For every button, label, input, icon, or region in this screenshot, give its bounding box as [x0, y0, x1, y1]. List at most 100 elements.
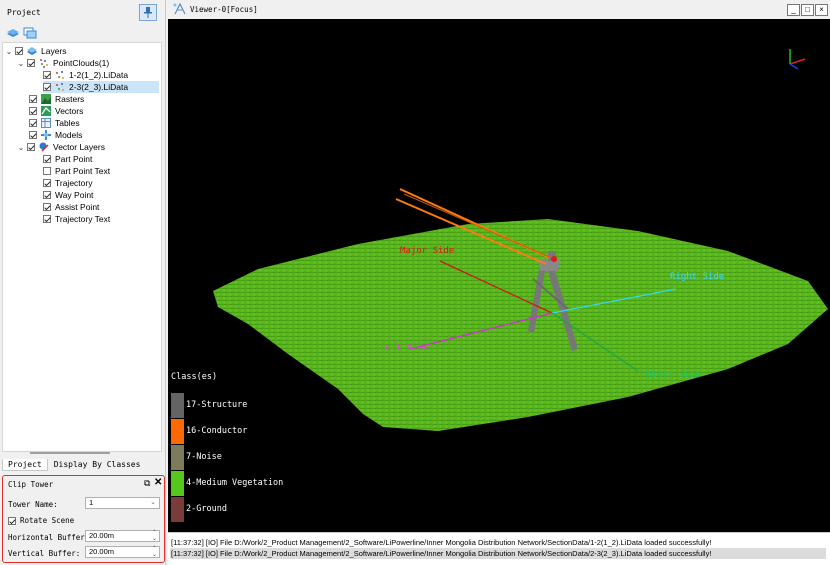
- part-point-text-checkbox[interactable]: [43, 167, 51, 175]
- tree-item-label: Tables: [55, 118, 80, 128]
- maximize-button[interactable]: □: [801, 4, 814, 16]
- minor-side-label: Minor Side: [646, 370, 701, 380]
- tree-item-vector-layers[interactable]: ⌄ Vector Layers: [17, 141, 105, 153]
- legend-swatch: [171, 470, 184, 496]
- pin-button[interactable]: [139, 4, 157, 21]
- horizontal-buffer-spinbox[interactable]: 20.00m ⌃ ⌄: [85, 530, 160, 542]
- legend-swatch: [171, 392, 184, 418]
- tree-item-file-2[interactable]: 2-3(2_3).LiData: [43, 81, 159, 93]
- trajectory-checkbox[interactable]: [43, 179, 51, 187]
- tree-item-file-1[interactable]: 1-2(1_2).LiData: [43, 69, 128, 81]
- log-line: [11:37:32] [IO] File D:/Work/2_Product M…: [170, 548, 826, 559]
- horizontal-scrollbar[interactable]: [30, 452, 110, 454]
- assist-point-checkbox[interactable]: [43, 203, 51, 211]
- tree-item-trajectory-text[interactable]: Trajectory Text: [43, 213, 110, 225]
- chevron-down-icon[interactable]: ⌄: [17, 59, 25, 68]
- tower-name-select[interactable]: 1 ⌄: [85, 497, 160, 509]
- legend-item-conductor: 16-Conductor: [171, 418, 371, 444]
- legend-label: 16-Conductor: [186, 426, 248, 436]
- file-1-checkbox[interactable]: [43, 71, 51, 79]
- log-line: [11:37:32] [IO] File D:/Work/2_Product M…: [171, 538, 712, 547]
- tree-item-models[interactable]: Models: [29, 129, 82, 141]
- models-checkbox[interactable]: [29, 131, 37, 139]
- tables-checkbox[interactable]: [29, 119, 37, 127]
- tree-item-part-point-text[interactable]: Part Point Text: [43, 165, 110, 177]
- tree-item-vectors[interactable]: Vectors: [29, 105, 83, 117]
- way-point-checkbox[interactable]: [43, 191, 51, 199]
- tree-item-way-point[interactable]: Way Point: [43, 189, 93, 201]
- tree-item-label: 2-3(2_3).LiData: [69, 82, 129, 92]
- tab-project[interactable]: Project: [2, 459, 48, 471]
- layers-icon: [27, 47, 37, 55]
- close-button[interactable]: ×: [815, 4, 828, 16]
- project-panel-title: Project: [7, 8, 41, 17]
- point-cloud-file-icon: [56, 71, 64, 79]
- legend-swatch: [171, 496, 184, 522]
- horizontal-buffer-label: Horizontal Buffer:: [8, 533, 90, 542]
- tree-item-trajectory[interactable]: Trajectory: [43, 177, 92, 189]
- raster-icon: [41, 94, 51, 104]
- trajectory-text-checkbox[interactable]: [43, 215, 51, 223]
- major-side-label: Major Side: [400, 246, 455, 256]
- tree-item-label: Trajectory Text: [55, 214, 111, 224]
- float-window-icon[interactable]: ⧉: [144, 478, 150, 489]
- tree-item-label: Rasters: [55, 94, 85, 104]
- tower-name-label: Tower Name:: [8, 500, 58, 509]
- project-toolbar: [6, 27, 37, 39]
- vectors-checkbox[interactable]: [29, 107, 37, 115]
- tree-item-label: 1-2(1_2).LiData: [69, 70, 129, 80]
- spin-arrows-icon[interactable]: ⌃ ⌄: [152, 546, 157, 558]
- vector-layers-checkbox[interactable]: [27, 143, 35, 151]
- legend-label: 4-Medium Vegetation: [186, 478, 284, 488]
- point-cloud-icon: [40, 59, 48, 68]
- table-icon: [41, 118, 51, 128]
- right-side-label: Right Side: [670, 272, 725, 282]
- log-panel[interactable]: [11:37:32] [IO] File D:/Work/2_Product M…: [168, 532, 830, 565]
- rotate-scene-row[interactable]: Rotate Scene: [8, 516, 74, 525]
- chevron-down-icon[interactable]: ⌄: [5, 47, 13, 56]
- pointclouds-checkbox[interactable]: [27, 59, 35, 67]
- windows-toolbar-icon[interactable]: [23, 27, 37, 39]
- legend-title: Class(es): [171, 372, 218, 382]
- tree-item-part-point[interactable]: Part Point: [43, 153, 92, 165]
- vector-layers-icon: [39, 142, 49, 152]
- rotate-scene-label: Rotate Scene: [20, 516, 75, 525]
- tree-item-layers[interactable]: ⌄ Layers: [5, 45, 67, 57]
- point-cloud-file-icon: [56, 83, 64, 91]
- spin-arrows-icon[interactable]: ⌃ ⌄: [152, 530, 157, 542]
- tree-item-rasters[interactable]: Rasters: [29, 93, 84, 105]
- tree-item-label: Vector Layers: [53, 142, 105, 152]
- chevron-down-icon: ⌄: [150, 499, 156, 506]
- project-tabs: Project Display By Classes: [2, 459, 147, 471]
- vector-icon: [41, 106, 51, 116]
- legend-swatch: [171, 444, 184, 470]
- minimize-button[interactable]: _: [787, 4, 800, 16]
- legend-item-ground: 2-Ground: [171, 496, 371, 522]
- 3d-viewer[interactable]: Major Side Right Side Left Side Minor Si…: [168, 19, 830, 532]
- layers-checkbox[interactable]: [15, 47, 23, 55]
- rasters-checkbox[interactable]: [29, 95, 37, 103]
- rotate-scene-checkbox[interactable]: [8, 516, 16, 525]
- tree-item-pointclouds[interactable]: ⌄ PointClouds(1): [17, 57, 109, 69]
- tree-item-label: PointClouds(1): [53, 58, 110, 68]
- file-2-checkbox[interactable]: [43, 83, 51, 91]
- close-icon[interactable]: ✕: [154, 477, 162, 488]
- tree-item-label: Way Point: [55, 190, 94, 200]
- model-icon: [41, 130, 51, 140]
- tab-display-by-classes[interactable]: Display By Classes: [47, 459, 147, 471]
- tree-item-assist-point[interactable]: Assist Point: [43, 201, 99, 213]
- tree-item-label: Assist Point: [55, 202, 100, 212]
- part-point-checkbox[interactable]: [43, 155, 51, 163]
- vertical-buffer-spinbox[interactable]: 20.00m ⌃ ⌄: [85, 546, 160, 558]
- tree-item-tables[interactable]: Tables: [29, 117, 80, 129]
- viewer-icon: [173, 2, 186, 15]
- pin-icon: [144, 7, 152, 18]
- legend-swatch: [171, 418, 184, 444]
- tree-item-label: Vectors: [55, 106, 84, 116]
- viewer-title: Viewer-0[Focus]: [190, 5, 258, 14]
- layers-toolbar-icon[interactable]: [6, 27, 20, 39]
- clip-tower-panel: Clip Tower ⧉ ✕ Tower Name: 1 ⌄ Rotate Sc…: [2, 475, 165, 563]
- chevron-down-icon[interactable]: ⌄: [17, 143, 25, 152]
- tree-item-label: Part Point: [55, 154, 93, 164]
- tower-name-value: 1: [89, 498, 94, 507]
